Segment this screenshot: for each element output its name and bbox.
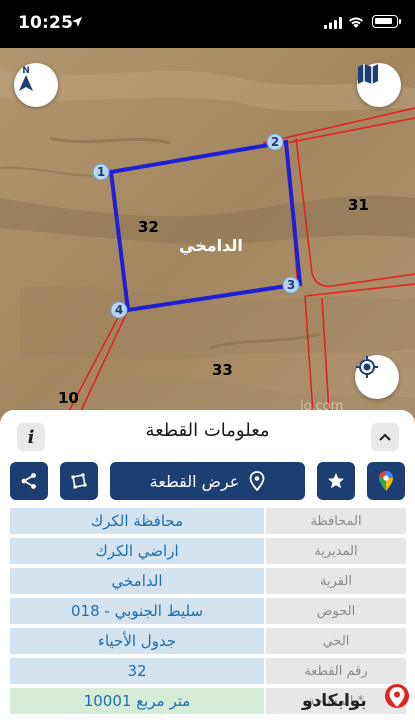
detail-row-directorate: اراضي الكرك المديرية <box>10 538 406 564</box>
collapse-panel-button[interactable] <box>371 423 399 451</box>
share-button[interactable] <box>10 462 48 500</box>
view-parcel-label: عرض القطعة <box>149 471 240 491</box>
chevron-up-icon <box>379 433 391 441</box>
view-parcel-button[interactable]: عرض القطعة <box>110 462 305 500</box>
detail-row-basin: سليط الجنوبي - 018 الحوض <box>10 598 406 624</box>
crosshair-location-icon <box>356 356 378 378</box>
brand-logo: بوابكادو <box>301 684 409 711</box>
compass-button[interactable]: N <box>14 63 58 107</box>
open-google-maps-button[interactable] <box>367 462 405 500</box>
svg-text:N: N <box>22 66 30 76</box>
neighborhood-value: جدول الأحياء <box>10 628 264 654</box>
neighbor-parcel-10-label: 10 <box>58 389 79 407</box>
parcel-info-panel: i معلومات القطعة عرض القطعة محافظة الكرك… <box>0 410 415 720</box>
compass-north-icon: N <box>19 66 33 91</box>
location-pin-icon <box>249 471 265 491</box>
status-bar: 10:25 <box>0 0 415 48</box>
governorate-label: المحافظة <box>266 508 406 534</box>
village-value: الدامخي <box>10 568 264 594</box>
satellite-map[interactable]: 1 2 3 4 jo.com 32 الدامخي 31 33 10 N <box>0 48 415 428</box>
parcel-village-label: الدامخي <box>179 236 243 255</box>
neighbor-parcel-33-label: 33 <box>212 361 233 379</box>
status-time: 10:25 <box>18 13 74 33</box>
detail-row-governorate: محافظة الكرك المحافظة <box>10 508 406 534</box>
share-icon <box>21 473 36 489</box>
vertex-1-label: 1 <box>97 165 105 179</box>
panel-title: معلومات القطعة <box>145 420 270 441</box>
cellular-signal-icon <box>324 17 342 29</box>
village-label: القرية <box>266 568 406 594</box>
governorate-value: محافظة الكرك <box>10 508 264 534</box>
svg-text:بوابكادو: بوابكادو <box>301 691 367 711</box>
basin-label: الحوض <box>266 598 406 624</box>
directorate-value: اراضي الكرك <box>10 538 264 564</box>
vertex-2-label: 2 <box>271 135 279 149</box>
directorate-label: المديرية <box>266 538 406 564</box>
favorite-button[interactable] <box>317 462 355 500</box>
google-maps-icon <box>379 471 393 491</box>
parcel-number-value: 32 <box>10 658 264 684</box>
my-location-button[interactable] <box>355 355 399 399</box>
wifi-icon <box>349 17 363 28</box>
parcel-number-label: 32 <box>138 218 159 236</box>
detail-row-neighborhood: جدول الأحياء الحي <box>10 628 406 654</box>
map-icon <box>358 64 378 84</box>
vertex-4-label: 4 <box>115 303 123 317</box>
detail-row-village: الدامخي القرية <box>10 568 406 594</box>
location-services-icon <box>72 17 82 27</box>
battery-icon <box>372 15 398 28</box>
neighbor-parcel-31-label: 31 <box>348 196 369 214</box>
star-icon <box>328 473 344 489</box>
crop-icon <box>71 473 87 489</box>
neighborhood-label: الحي <box>266 628 406 654</box>
basin-value: سليط الجنوبي - 018 <box>10 598 264 624</box>
area-value: 10001 متر مربع <box>10 688 264 714</box>
draw-area-button[interactable] <box>60 462 98 500</box>
vertex-3-label: 3 <box>287 278 295 292</box>
map-layers-button[interactable] <box>357 63 401 107</box>
